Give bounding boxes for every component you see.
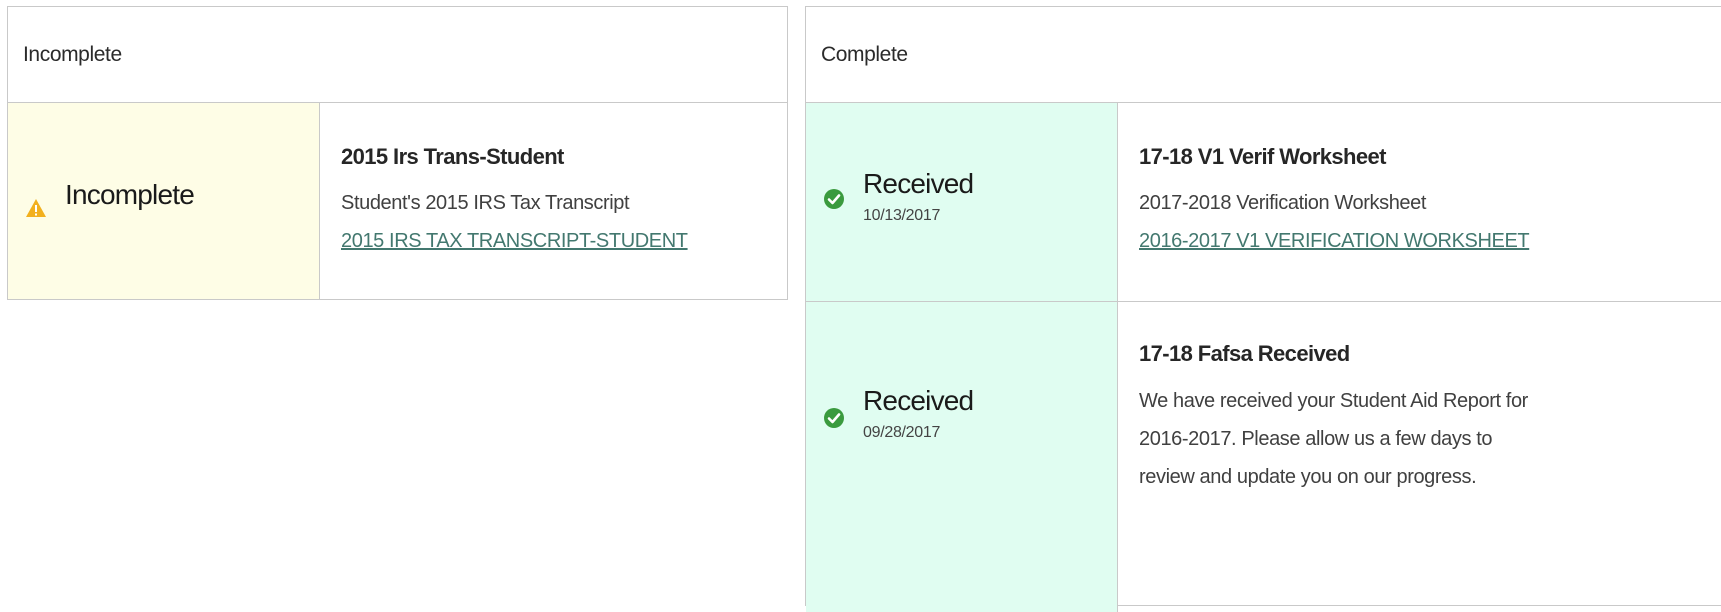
check-circle-icon	[824, 408, 844, 428]
item-title: 17-18 Fafsa Received	[1139, 341, 1350, 366]
check-circle-icon	[824, 189, 844, 209]
incomplete-panel-header: Incomplete	[8, 7, 787, 103]
status-date: 09/28/2017	[863, 424, 941, 441]
item-title: 17-18 V1 Verif Worksheet	[1139, 144, 1386, 169]
status-date: 10/13/2017	[863, 207, 941, 224]
item-description: 2017-2018 Verification Worksheet	[1139, 192, 1427, 214]
status-cell: Received 10/13/2017	[806, 103, 1118, 301]
list-item: Received 10/13/2017 17-18 V1 Verif Works…	[806, 103, 1721, 302]
status-label: Received	[863, 168, 974, 199]
complete-panel: Complete Received 10/13/2017 17-18 V1 Ve…	[805, 6, 1721, 612]
status-cell: Received 09/28/2017	[806, 302, 1118, 612]
detail-cell: 17-18 Fafsa Received We have received yo…	[1118, 302, 1721, 612]
incomplete-panel: Incomplete Incomplete 2015 Irs Trans-Stu…	[7, 6, 788, 300]
status-label: Incomplete	[65, 179, 195, 210]
detail-cell: 2015 Irs Trans-Student Student's 2015 IR…	[320, 103, 787, 299]
document-link[interactable]: 2016-2017 V1 VERIFICATION WORKSHEET	[1139, 230, 1530, 253]
list-item: Received 09/28/2017 17-18 Fafsa Received…	[806, 302, 1721, 612]
item-description: Student's 2015 IRS Tax Transcript	[341, 192, 630, 214]
item-description: We have received your Student Aid Report…	[1139, 390, 1528, 488]
item-title: 2015 Irs Trans-Student	[341, 144, 564, 169]
warning-icon	[26, 199, 46, 217]
detail-cell: 17-18 V1 Verif Worksheet 2017-2018 Verif…	[1118, 103, 1721, 301]
complete-panel-header: Complete	[806, 7, 1721, 103]
list-item: Incomplete 2015 Irs Trans-Student Studen…	[8, 103, 787, 299]
status-label: Received	[863, 385, 974, 416]
document-link[interactable]: 2015 IRS TAX TRANSCRIPT-STUDENT	[341, 230, 688, 253]
status-cell: Incomplete	[8, 103, 320, 299]
